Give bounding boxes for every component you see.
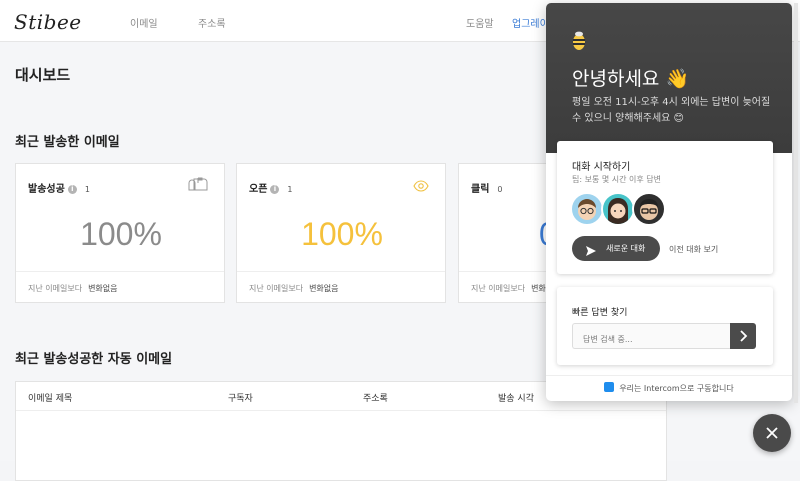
stat-value: 100% [301,216,383,252]
column-header[interactable]: 구독자 [228,391,253,404]
stibee-logo[interactable]: Stibee [14,10,82,34]
quick-answers-title: 빠른 답변 찾기 [572,308,628,318]
table-divider [16,410,666,411]
eye-icon [413,177,429,196]
stat-footer: 지난 이메일보다변화없음 [16,271,224,302]
chevron-right-icon [730,330,756,353]
column-header[interactable]: 주소록 [363,391,388,404]
stat-label: 오픈 i 1 [249,184,293,195]
page-scrollbar[interactable] [794,3,798,403]
intercom-messenger: 안녕하세요 👋 평일 오전 11시-오후 4시 외에는 답변이 늦어질 수 있으… [546,3,792,401]
avatar [570,192,604,226]
recent-email-section-title: 최근 발송한 이메일 [15,135,120,150]
close-messenger-button[interactable] [753,414,791,452]
start-conversation-title: 대화 시작하기 [572,162,631,173]
previous-conversations-link[interactable]: 이전 대화 보기 [669,244,718,255]
start-conversation-card: 대화 시작하기 팁: 보통 몇 시간 이후 답변 새로운 대화 이전 대화 보기 [557,141,773,274]
powered-by-intercom[interactable]: 우리는 Intercom으로 구동합니다 [546,375,792,401]
answer-search-input[interactable] [572,323,730,349]
search-submit-button[interactable] [730,323,756,349]
info-icon[interactable]: i [67,185,77,194]
intercom-icon [604,382,615,392]
bee-logo-icon [572,31,586,51]
greeting-subtitle: 평일 오전 11시-오후 4시 외에는 답변이 늦어질 수 있으니 양해해주세요… [572,97,771,124]
stat-card-open: 오픈 i 1 100% 지난 이메일보다 변화없음 [236,163,446,303]
greeting-title: 안녕하세요 👋 [572,68,690,90]
stat-label: 발송성공 i 1 [28,184,90,195]
page-title: 대시보드 [15,66,71,84]
mailbox-icon [188,177,208,196]
close-icon [753,427,791,456]
send-icon [585,242,597,267]
info-icon[interactable]: i [270,185,280,194]
avatar [632,192,666,226]
avatar [601,192,635,226]
response-time-tip: 팁: 보통 몇 시간 이후 답변 [572,175,662,184]
nav-help[interactable]: 도움말 [466,15,494,30]
stat-label: 클릭 0 [471,184,503,195]
stat-card-sent: 발송성공 i 1 100% 지난 이메일보다 변화없음 [15,163,225,303]
new-conversation-button[interactable]: 새로운 대화 [572,236,660,261]
messenger-header: 안녕하세요 👋 평일 오전 11시-오후 4시 외에는 답변이 늦어질 수 있으… [546,3,792,153]
auto-email-section-title: 최근 발송성공한 자동 이메일 [15,352,173,367]
quick-answers-card: 빠른 답변 찾기 [557,287,773,365]
column-header[interactable]: 발송 시각 [498,391,534,404]
stat-footer: 지난 이메일보다변화없음 [237,271,445,302]
column-header[interactable]: 이메일 제목 [28,391,72,404]
nav-address-book[interactable]: 주소록 [198,15,226,30]
nav-upgrade[interactable]: 업그레이 [512,15,549,30]
nav-email[interactable]: 이메일 [130,15,158,30]
stat-value: 100% [80,216,162,252]
